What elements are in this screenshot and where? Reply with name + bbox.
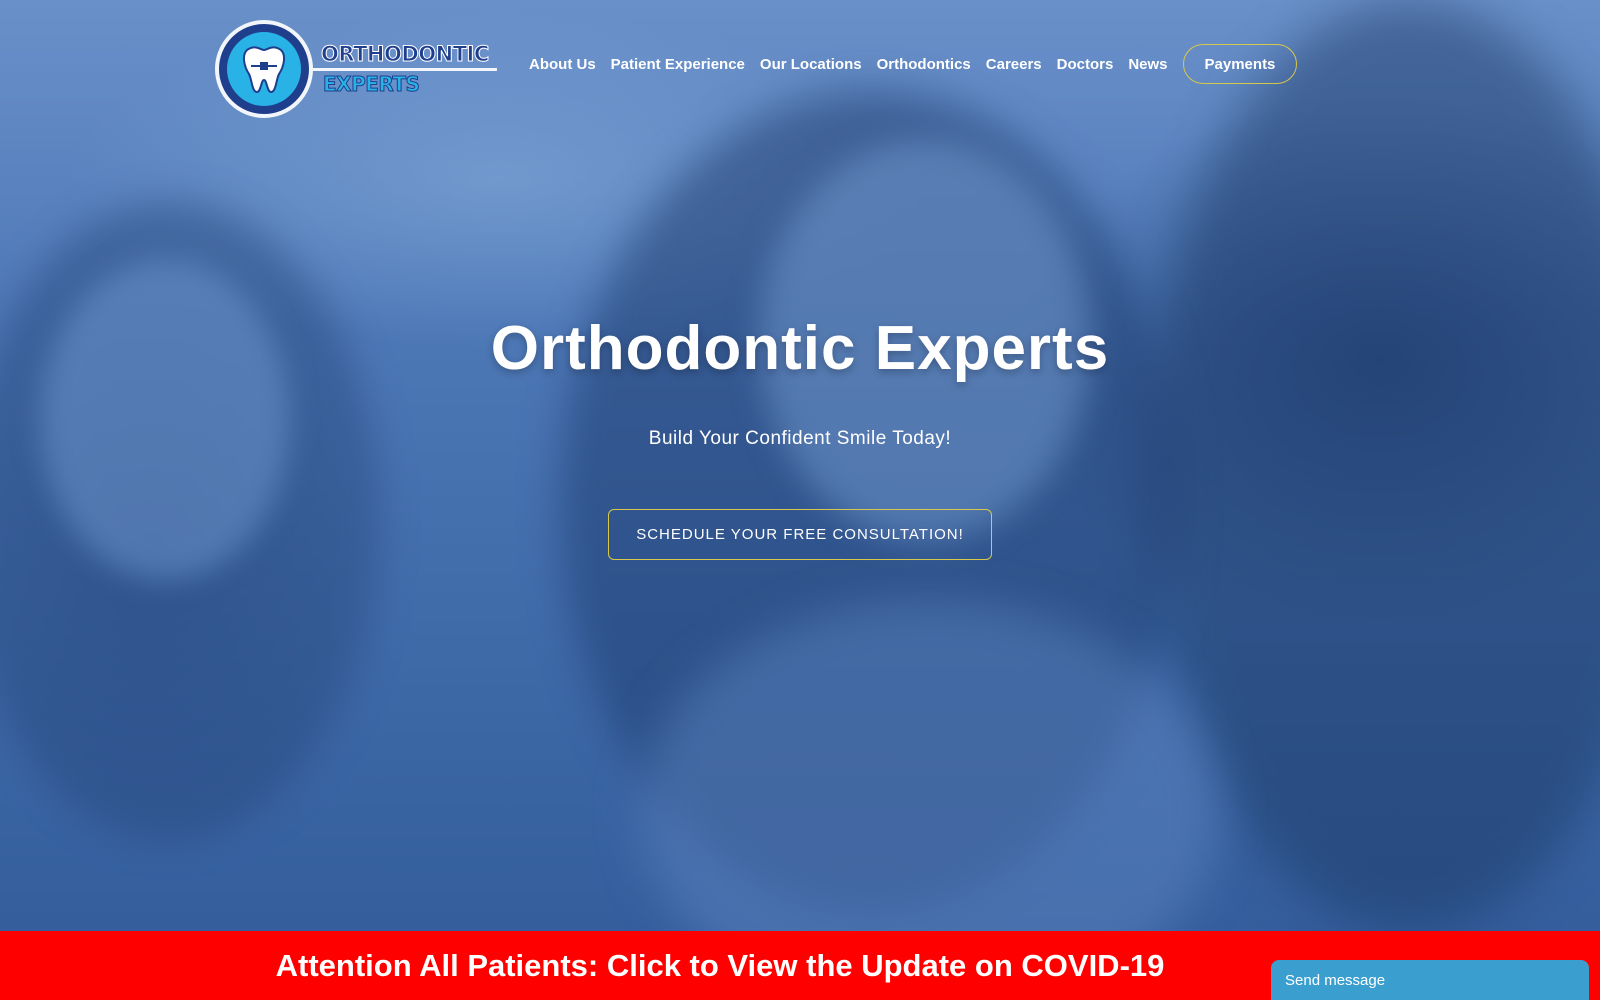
schedule-consultation-button[interactable]: SCHEDULE YOUR FREE CONSULTATION! (608, 509, 992, 560)
chat-send-message-button[interactable]: Send message (1271, 960, 1589, 1000)
tooth-icon (227, 32, 301, 106)
hero-background-image (0, 0, 1600, 931)
nav-item-doctors[interactable]: Doctors (1057, 56, 1114, 73)
nav-item-our-locations[interactable]: Our Locations (760, 56, 862, 73)
logo-badge (215, 20, 313, 118)
logo-text-primary: ORTHODONTIC (321, 42, 490, 67)
logo-divider (311, 68, 497, 71)
chat-label: Send message (1285, 971, 1386, 989)
site-logo[interactable]: ORTHODONTIC EXPERTS (215, 20, 497, 120)
nav-item-orthodontics[interactable]: Orthodontics (877, 56, 971, 73)
person-left-face (40, 260, 290, 580)
main-navigation: About Us Patient Experience Our Location… (529, 44, 1298, 84)
site-header: ORTHODONTIC EXPERTS About Us Patient Exp… (0, 0, 1600, 130)
nav-item-about-us[interactable]: About Us (529, 56, 596, 73)
nav-item-news[interactable]: News (1128, 56, 1167, 73)
logo-text-secondary: EXPERTS (322, 72, 420, 97)
nav-item-patient-experience[interactable]: Patient Experience (611, 56, 745, 73)
covid-banner-text: Attention All Patients: Click to View th… (275, 947, 1165, 983)
hero-title: Orthodontic Experts (490, 314, 1110, 383)
payments-button[interactable]: Payments (1182, 44, 1298, 84)
hero-subtitle: Build Your Confident Smile Today! (648, 428, 952, 449)
nav-item-careers[interactable]: Careers (986, 56, 1042, 73)
